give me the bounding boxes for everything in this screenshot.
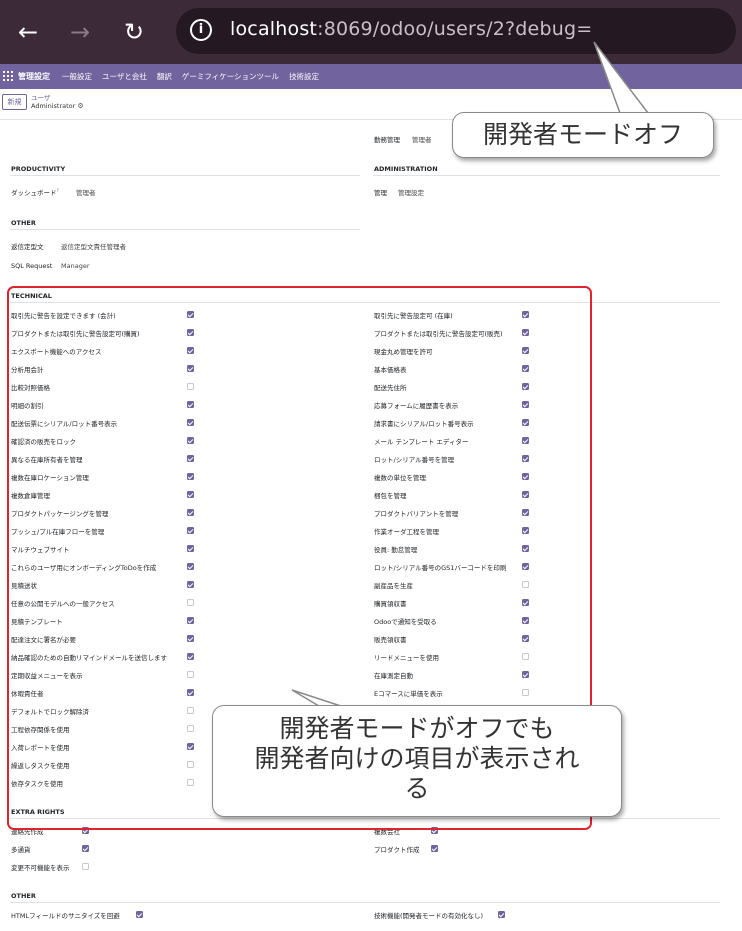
menu-item[interactable]: ゲーミフィケーションツール <box>182 71 279 82</box>
url-path: :8069/odoo/users/2?debug= <box>317 18 593 40</box>
callout-line-1: 開発者モードがオフでも <box>279 714 555 743</box>
checkbox-checked[interactable] <box>498 911 505 918</box>
info-icon[interactable]: i <box>190 19 212 41</box>
record-name: Administrator ⚙ <box>31 102 84 110</box>
field-value-administration[interactable]: 管理設定 <box>398 187 424 197</box>
callout-developer-mode-off: 開発者モードオフ <box>452 112 714 158</box>
section-title-other-bottom: OTHER <box>11 892 36 900</box>
reload-icon[interactable]: ↻ <box>118 16 150 48</box>
gear-icon[interactable]: ⚙ <box>77 102 83 110</box>
checkbox-label: HTMLフィールドのサニタイズを回避 <box>11 912 120 920</box>
menu-item[interactable]: 技術設定 <box>289 71 319 82</box>
help-tooltip-icon[interactable]: ? <box>57 189 59 194</box>
menu-item[interactable]: 一般設定 <box>62 71 92 82</box>
section-divider <box>373 175 720 176</box>
breadcrumb[interactable]: ユーザ <box>31 92 50 102</box>
menu-items: 管理設定 一般設定 ユーザと会社 翻訳 ゲーミフィケーションツール 技術設定 <box>18 64 329 89</box>
section-divider <box>10 175 360 176</box>
apps-grid-icon[interactable] <box>3 71 13 81</box>
callout-developer-items-visible: 開発者モードがオフでも 開発者向けの項目が表示され る <box>212 705 622 817</box>
checkbox-label: 多通貨 <box>11 846 31 854</box>
menu-item[interactable]: ユーザと会社 <box>102 71 147 82</box>
checkbox-checked[interactable] <box>82 845 89 852</box>
checkbox-checked[interactable] <box>136 911 143 918</box>
address-bar[interactable]: i localhost:8069/odoo/users/2?debug= <box>176 8 736 54</box>
field-label-administration: 管理 <box>374 189 387 197</box>
field-label-canned-response: 返信定型文 <box>11 243 44 251</box>
menu-item[interactable]: 翻訳 <box>157 71 172 82</box>
forward-arrow-icon[interactable]: → <box>64 16 96 48</box>
url-host: localhost <box>230 18 318 40</box>
record-name-text: Administrator <box>31 102 76 110</box>
section-title-other: OTHER <box>11 219 36 227</box>
menu-brand[interactable]: 管理設定 <box>18 71 50 82</box>
field-label-sql-request: SQL Request <box>11 262 53 270</box>
field-value-attendance[interactable]: 管理者 <box>412 134 432 144</box>
checkbox-label: 変更不可機能を表示 <box>11 864 70 872</box>
field-label-dashboard-text: ダッシュボード <box>11 189 57 197</box>
field-value-sql-request[interactable]: Manager <box>61 262 90 270</box>
checkbox-unchecked[interactable] <box>82 863 89 870</box>
field-label-dashboard: ダッシュボード? <box>11 187 59 197</box>
callout-line-2: 開発者向けの項目が表示され <box>254 744 580 773</box>
section-divider <box>10 229 360 230</box>
field-value-canned-response[interactable]: 返信定型文責任管理者 <box>61 241 126 251</box>
section-title-productivity: PRODUCTIVITY <box>11 165 66 173</box>
url-text[interactable]: localhost:8069/odoo/users/2?debug= <box>230 18 592 40</box>
new-button[interactable]: 新規 <box>2 94 27 110</box>
callout-line-3: る <box>404 774 430 803</box>
checkbox-label: プロダクト作成 <box>374 846 420 854</box>
back-arrow-icon[interactable]: ← <box>12 16 44 48</box>
checkbox-checked[interactable] <box>431 845 438 852</box>
section-title-administration: ADMINISTRATION <box>374 165 438 173</box>
field-label-attendance: 勤務管理 <box>374 136 400 144</box>
checkbox-label: 技術機能(開発者モードの有効化なし) <box>374 912 484 920</box>
section-divider <box>10 902 720 903</box>
field-value-dashboard[interactable]: 管理者 <box>76 187 96 197</box>
top-callout-tail <box>593 41 650 114</box>
